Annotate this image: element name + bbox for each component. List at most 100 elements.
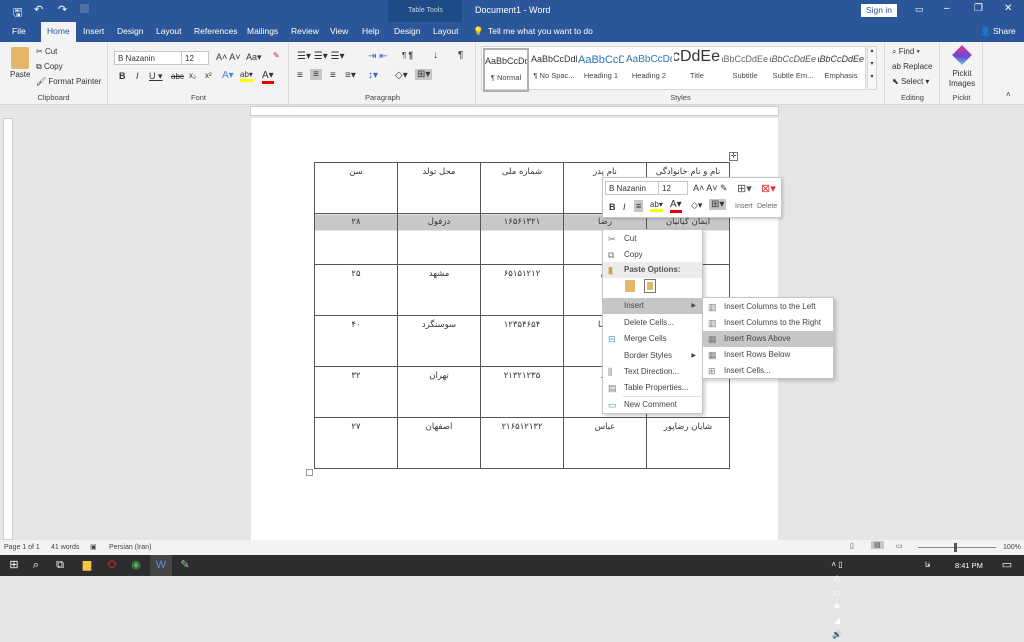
table-cell[interactable]: ۱۲۳۵۴۶۵۴ xyxy=(480,315,564,367)
style-subtitle[interactable]: AaBbCcDdEe Subtitle xyxy=(722,48,768,92)
tab-file[interactable]: File xyxy=(12,26,26,36)
header-cell[interactable]: سن xyxy=(314,162,398,214)
indent-icon[interactable]: ⇥ ⇤ xyxy=(368,51,388,62)
paste-keep-formatting-icon[interactable] xyxy=(625,280,635,292)
tab-layout[interactable]: Layout xyxy=(156,26,182,36)
horizontal-ruler[interactable] xyxy=(250,106,779,116)
mini-grow-shrink-icon[interactable]: A˄ A˅ ✎ xyxy=(693,183,728,194)
chrome-icon[interactable]: ◉ xyxy=(129,558,143,572)
undo-icon[interactable]: ↶ xyxy=(34,3,43,16)
line-spacing-icon[interactable]: ↕▾ xyxy=(368,70,378,81)
page-count[interactable]: Page 1 of 1 xyxy=(4,544,40,551)
tell-me-search[interactable]: Tell me what you want to do xyxy=(488,26,593,36)
print-layout-icon[interactable]: ▤ xyxy=(871,541,884,549)
mini-size-select[interactable]: 12 xyxy=(658,181,688,195)
menu-item-cut[interactable]: ✂ Cut xyxy=(603,231,702,247)
header-cell[interactable]: شماره ملی xyxy=(480,162,564,214)
restore-icon[interactable]: ❐ xyxy=(974,3,983,14)
task-view-icon[interactable]: ⧉ xyxy=(53,558,67,572)
table-cell[interactable]: ۴۰ xyxy=(314,315,398,367)
font-color-icon[interactable]: A▾ xyxy=(262,70,274,84)
tab-view[interactable]: View xyxy=(330,26,348,36)
tab-table-layout[interactable]: Layout xyxy=(433,26,459,36)
styles-scroll[interactable]: ▴ ▾ ▾ xyxy=(867,46,877,90)
superscript-icon[interactable]: x² xyxy=(205,71,212,80)
find-button[interactable]: ⌕ Find ▾ xyxy=(892,47,920,57)
table-cell[interactable]: شایان رضاپور xyxy=(646,417,730,469)
menu-item-text-direction[interactable]: ⫼ Text Direction... xyxy=(603,364,702,380)
opera-icon[interactable]: O xyxy=(105,558,119,572)
menu-item-insert-columns-left[interactable]: ▥ Insert Columns to the Left xyxy=(703,299,833,315)
underline-icon[interactable]: U ▾ xyxy=(149,71,163,82)
font-size-select[interactable]: 12 xyxy=(181,51,209,65)
mini-borders-icon[interactable]: ⊞▾ xyxy=(709,199,727,210)
table-cell[interactable]: ۲۵ xyxy=(314,264,398,316)
menu-item-table-properties[interactable]: ▤ Table Properties... xyxy=(603,380,702,396)
word-taskbar-icon[interactable]: W xyxy=(150,555,172,576)
share-button[interactable]: 👤 Share xyxy=(980,26,1016,37)
notifications-icon[interactable]: ▭ xyxy=(1000,558,1014,572)
mini-italic-icon[interactable]: I xyxy=(623,202,626,212)
table-cell[interactable]: اصفهان xyxy=(397,417,481,469)
align-right-icon[interactable]: ≡ xyxy=(330,70,336,81)
zoom-slider[interactable] xyxy=(918,547,996,548)
mini-font-color-icon[interactable]: A▾ xyxy=(670,199,682,213)
justify-icon[interactable]: ≡▾ xyxy=(345,70,356,81)
menu-item-merge-cells[interactable]: ⊟ Merge Cells xyxy=(603,331,702,347)
menu-item-insert-cells[interactable]: ⊞ Insert Cells... xyxy=(703,363,833,379)
file-explorer-icon[interactable]: ▆ xyxy=(80,558,94,572)
tab-review[interactable]: Review xyxy=(291,26,319,36)
table-cell[interactable]: مشهد xyxy=(397,264,481,316)
align-center-icon[interactable]: ≡ xyxy=(310,69,322,80)
cut-button[interactable]: ✂ Cut xyxy=(36,47,57,56)
menu-item-insert-rows-below[interactable]: ▦ Insert Rows Below xyxy=(703,347,833,363)
menu-item-insert-rows-above[interactable]: ▦ Insert Rows Above xyxy=(703,331,833,347)
zoom-level[interactable]: 100% xyxy=(1003,544,1021,551)
read-mode-icon[interactable]: ▯ xyxy=(850,542,854,550)
table-cell[interactable]: تهران xyxy=(397,366,481,418)
tab-mailings[interactable]: Mailings xyxy=(247,26,278,36)
subscript-icon[interactable]: x₂ xyxy=(189,71,196,80)
style-title[interactable]: AaBbCcDdEe Title xyxy=(674,48,720,92)
table-resize-handle[interactable] xyxy=(306,469,313,476)
close-icon[interactable]: ✕ xyxy=(1004,3,1012,14)
menu-item-delete-cells[interactable]: Delete Cells... xyxy=(603,315,702,331)
clear-formatting-icon[interactable]: ✎ xyxy=(273,51,280,60)
tray-icons[interactable]: ˄ ▯ ⚠ ▭ ✱ ◢ 🔊 xyxy=(830,558,844,639)
font-name-select[interactable]: B Nazanin xyxy=(114,51,182,65)
style-no-spacing[interactable]: AaBbCcDdEe ¶ No Spac... xyxy=(531,48,577,92)
menu-item-insert[interactable]: Insert ▶ xyxy=(603,298,702,314)
paste-button[interactable]: Paste xyxy=(10,70,30,79)
vertical-ruler[interactable] xyxy=(3,118,13,540)
mini-delete-table-icon[interactable]: ⊠▾ xyxy=(761,182,776,195)
copy-button[interactable]: ⧉ Copy xyxy=(36,62,63,72)
proofing-icon[interactable]: ▣ xyxy=(90,543,97,551)
ltr-icon[interactable]: ¶ ¶ xyxy=(402,51,413,60)
pickit-icon[interactable] xyxy=(952,45,972,65)
mini-center-icon[interactable]: ≡ xyxy=(634,200,644,212)
style-emphasis[interactable]: AaBbCcDdEe Emphasis xyxy=(818,48,864,92)
tab-table-design[interactable]: Design xyxy=(394,26,420,36)
borders-icon[interactable]: ⊞▾ xyxy=(415,69,433,80)
highlight-icon[interactable]: ab▾ xyxy=(240,70,253,82)
mini-font-select[interactable]: B Nazanin xyxy=(605,181,659,195)
tab-design[interactable]: Design xyxy=(117,26,143,36)
pickit-images-button[interactable]: Pickit Images xyxy=(946,69,978,89)
paste-icon[interactable] xyxy=(11,47,29,69)
menu-item-border-styles[interactable]: Border Styles ▶ xyxy=(603,348,702,364)
italic-icon[interactable]: I xyxy=(136,71,139,81)
table-cell[interactable]: دزفول xyxy=(397,213,481,265)
table-cell[interactable]: ۶۵۱۵۱۲۱۲ xyxy=(480,264,564,316)
save-icon[interactable]: 🖫 xyxy=(13,4,22,23)
windows-start-icon[interactable]: ⊞ xyxy=(7,558,21,572)
show-marks-icon[interactable]: ¶ xyxy=(458,50,463,61)
sign-in-button[interactable]: Sign in xyxy=(861,4,897,17)
sort-icon[interactable]: ↓ xyxy=(433,50,438,61)
style-heading-2[interactable]: AaBbCcDdEe Heading 2 xyxy=(626,48,672,92)
style-heading-1[interactable]: AaBbCcDdEe Heading 1 xyxy=(578,48,624,92)
table-cell[interactable]: ۳۲ xyxy=(314,366,398,418)
quick-access-icon[interactable] xyxy=(80,4,89,13)
tab-insert[interactable]: Insert xyxy=(83,26,104,36)
style-normal[interactable]: AaBbCcDdEe ¶ Normal xyxy=(483,48,529,92)
align-left-icon[interactable]: ≡ xyxy=(297,70,303,81)
